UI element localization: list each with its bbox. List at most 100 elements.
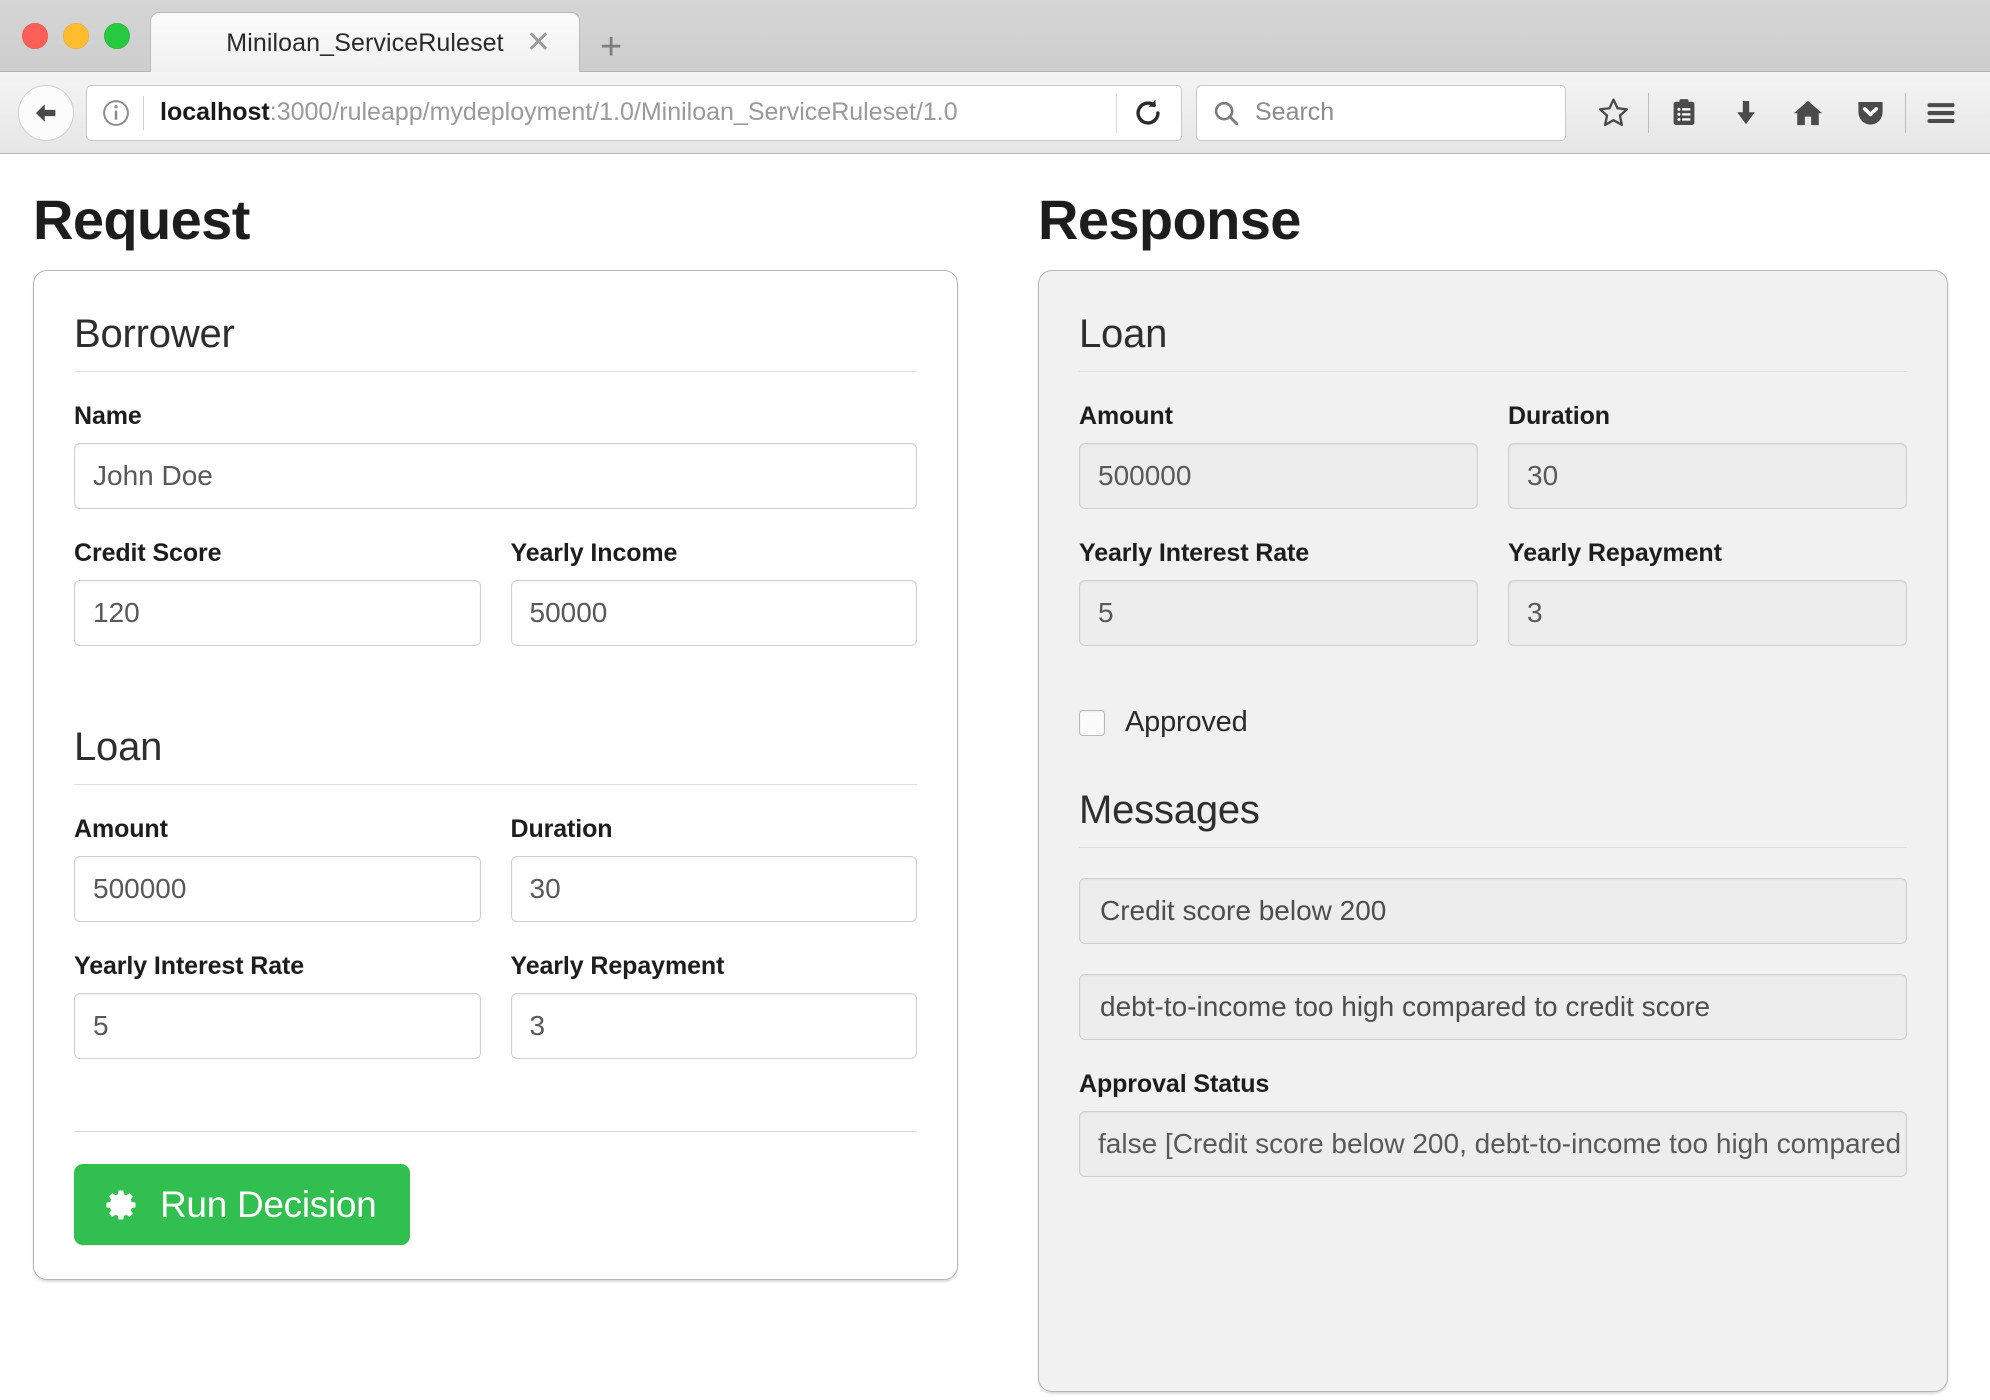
borrower-section-title: Borrower: [74, 311, 917, 372]
reading-list-icon: [1668, 97, 1700, 129]
request-loan-section-title: Loan: [74, 724, 917, 785]
address-bar[interactable]: localhost:3000/ruleapp/mydeployment/1.0/…: [86, 85, 1182, 141]
request-interest-rate-input[interactable]: 5: [74, 993, 481, 1059]
run-decision-button[interactable]: Run Decision: [74, 1164, 410, 1245]
home-icon: [1791, 96, 1825, 130]
download-arrow-icon: [1730, 97, 1762, 129]
response-interest-rate-value: 5: [1079, 580, 1478, 646]
yearly-income-input[interactable]: 50000: [511, 580, 918, 646]
approved-label: Approved: [1125, 706, 1248, 739]
toolbar-divider: [1648, 93, 1649, 133]
approval-status-value: false [Credit score below 200, debt-to-i…: [1079, 1111, 1907, 1177]
pocket-icon: [1854, 96, 1887, 129]
borrower-metrics-row: Credit Score 120 Yearly Income 50000: [74, 539, 917, 676]
approved-row: Approved: [1079, 706, 1907, 739]
request-loan-amount-input[interactable]: 500000: [74, 856, 481, 922]
search-icon: [1211, 98, 1241, 128]
response-loan-amount-value: 500000: [1079, 443, 1478, 509]
approval-status-label: Approval Status: [1079, 1070, 1907, 1099]
close-window-button[interactable]: [22, 23, 48, 49]
page-content: Request Borrower Name John Doe Credit Sc…: [0, 154, 1990, 1399]
browser-tab[interactable]: Miniloan_ServiceRuleset ✕: [150, 12, 580, 73]
run-decision-label: Run Decision: [160, 1186, 376, 1223]
request-loan-row-2: Yearly Interest Rate 5 Yearly Repayment …: [74, 952, 917, 1089]
response-panel: Loan Amount 500000 Duration 30 Yearly In…: [1038, 270, 1948, 1392]
response-repayment-field: Yearly Repayment 3: [1508, 539, 1907, 676]
star-icon: [1597, 96, 1630, 129]
search-input[interactable]: Search: [1255, 98, 1334, 127]
address-bar-divider: [143, 96, 144, 130]
request-loan-duration-field: Duration 30: [511, 815, 918, 952]
menu-button[interactable]: [1910, 85, 1972, 141]
credit-score-input[interactable]: 120: [74, 580, 481, 646]
window-controls: [22, 23, 130, 49]
borrower-name-field: Name John Doe: [74, 402, 917, 509]
credit-score-field: Credit Score 120: [74, 539, 481, 646]
new-tab-button[interactable]: +: [600, 28, 622, 66]
request-loan-duration-label: Duration: [511, 815, 918, 844]
maximize-window-button[interactable]: [104, 23, 130, 49]
response-interest-rate-label: Yearly Interest Rate: [1079, 539, 1478, 568]
search-bar[interactable]: Search: [1196, 85, 1566, 141]
back-button[interactable]: [18, 85, 74, 141]
hamburger-menu-icon: [1923, 95, 1959, 131]
info-icon[interactable]: [101, 98, 131, 128]
toolbar-icons: [1582, 85, 1972, 141]
approved-checkbox[interactable]: [1079, 710, 1105, 736]
message-item: Credit score below 200: [1079, 878, 1907, 944]
response-interest-rate-field: Yearly Interest Rate 5: [1079, 539, 1478, 646]
response-loan-duration-label: Duration: [1508, 402, 1907, 431]
response-loan-amount-label: Amount: [1079, 402, 1478, 431]
request-repayment-input[interactable]: 3: [511, 993, 918, 1059]
response-loan-amount-field: Amount 500000: [1079, 402, 1478, 509]
request-repayment-field: Yearly Repayment 3: [511, 952, 918, 1089]
toolbar-divider-2: [1905, 93, 1906, 133]
close-tab-icon[interactable]: ✕: [526, 28, 551, 58]
request-loan-amount-field: Amount 500000: [74, 815, 481, 922]
yearly-income-label: Yearly Income: [511, 539, 918, 568]
reload-button[interactable]: [1131, 96, 1165, 130]
downloads-button[interactable]: [1715, 85, 1777, 141]
tab-strip: Miniloan_ServiceRuleset ✕ +: [0, 0, 1990, 72]
request-heading: Request: [33, 192, 958, 248]
pocket-button[interactable]: [1839, 85, 1901, 141]
url-path: :3000/ruleapp/mydeployment/1.0/Miniloan_…: [270, 98, 958, 126]
response-heading: Response: [1038, 192, 1948, 248]
yearly-income-field: Yearly Income 50000: [511, 539, 918, 676]
reload-icon: [1131, 96, 1165, 130]
home-button[interactable]: [1777, 85, 1839, 141]
response-loan-row-1: Amount 500000 Duration 30: [1079, 402, 1907, 539]
request-loan-amount-label: Amount: [74, 815, 481, 844]
credit-score-label: Credit Score: [74, 539, 481, 568]
borrower-name-input[interactable]: John Doe: [74, 443, 917, 509]
message-item: debt-to-income too high compared to cred…: [1079, 974, 1907, 1040]
request-interest-rate-field: Yearly Interest Rate 5: [74, 952, 481, 1059]
response-column: Response Loan Amount 500000 Duration 30: [1038, 154, 1948, 1392]
url-text: localhost:3000/ruleapp/mydeployment/1.0/…: [160, 98, 1102, 127]
response-loan-duration-field: Duration 30: [1508, 402, 1907, 539]
borrower-name-label: Name: [74, 402, 917, 431]
library-button[interactable]: [1653, 85, 1715, 141]
minimize-window-button[interactable]: [63, 23, 89, 49]
request-repayment-label: Yearly Repayment: [511, 952, 918, 981]
response-panel-spacer: [1079, 1207, 1907, 1357]
url-host: localhost: [160, 98, 270, 126]
response-loan-section-title: Loan: [1079, 311, 1907, 372]
tab-title: Miniloan_ServiceRuleset: [226, 29, 503, 58]
messages-section-title: Messages: [1079, 787, 1907, 848]
navigation-toolbar: localhost:3000/ruleapp/mydeployment/1.0/…: [0, 72, 1990, 154]
bookmark-button[interactable]: [1582, 85, 1644, 141]
browser-window: Miniloan_ServiceRuleset ✕ + localhost:30…: [0, 0, 1990, 1400]
request-interest-rate-label: Yearly Interest Rate: [74, 952, 481, 981]
response-loan-row-2: Yearly Interest Rate 5 Yearly Repayment …: [1079, 539, 1907, 676]
response-repayment-value: 3: [1508, 580, 1907, 646]
back-arrow-icon: [31, 98, 61, 128]
response-loan-duration-value: 30: [1508, 443, 1907, 509]
reload-divider: [1116, 93, 1117, 133]
response-repayment-label: Yearly Repayment: [1508, 539, 1907, 568]
approval-status-field: Approval Status false [Credit score belo…: [1079, 1070, 1907, 1177]
request-loan-duration-input[interactable]: 30: [511, 856, 918, 922]
request-column: Request Borrower Name John Doe Credit Sc…: [33, 154, 958, 1280]
request-panel: Borrower Name John Doe Credit Score 120 …: [33, 270, 958, 1280]
gear-icon: [104, 1187, 140, 1223]
